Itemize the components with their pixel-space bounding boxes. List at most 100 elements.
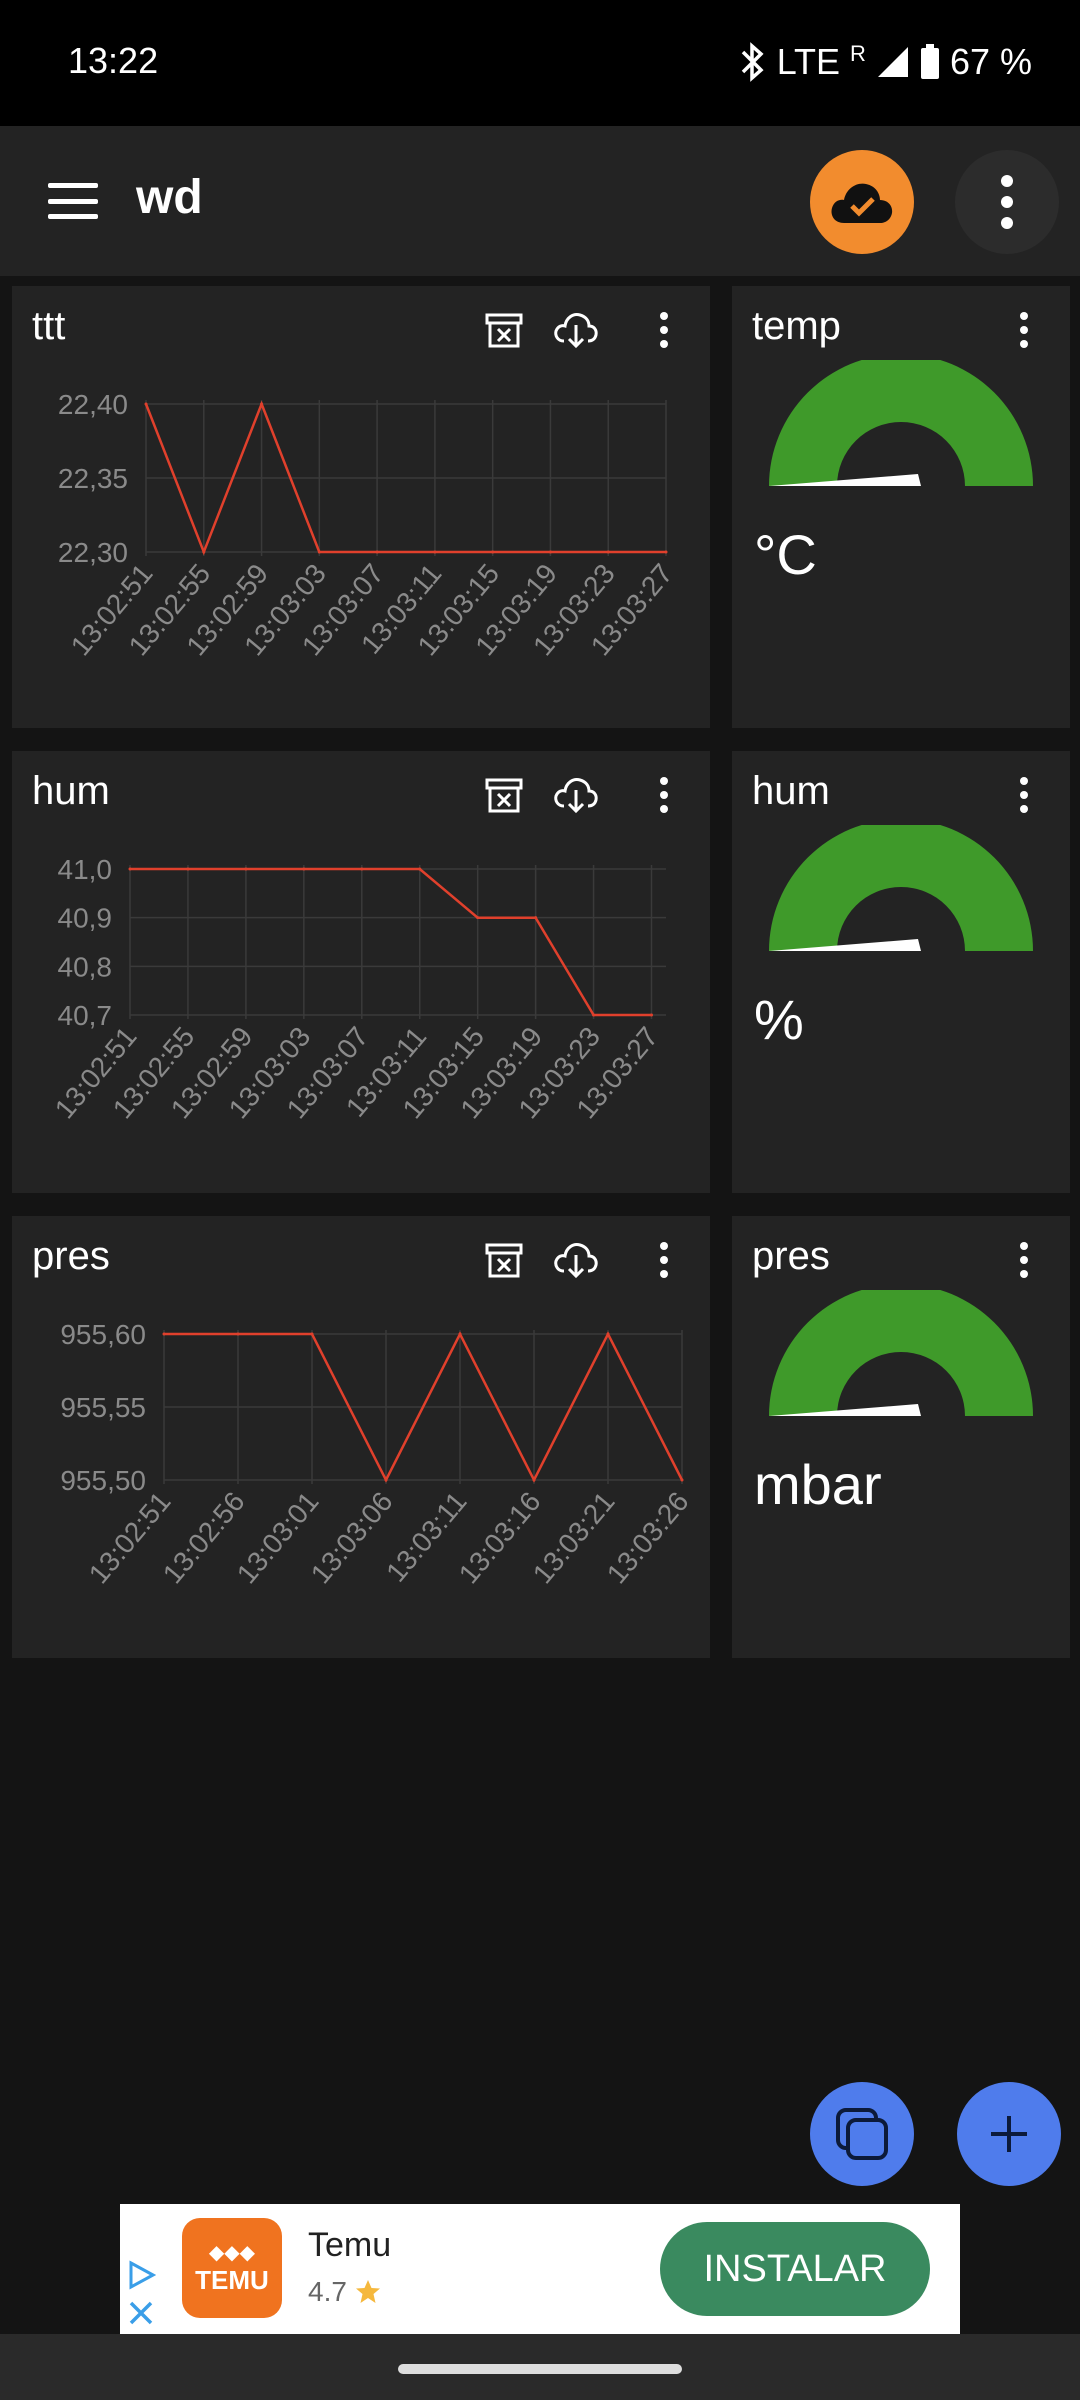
widget-title: pres xyxy=(752,1234,830,1278)
data-point xyxy=(476,916,480,920)
gauge-unit: % xyxy=(754,988,804,1051)
y-tick-label: 40,7 xyxy=(58,1000,113,1031)
close-icon[interactable] xyxy=(126,2298,156,2328)
status-time: 13:22 xyxy=(68,40,159,81)
data-point xyxy=(532,1478,536,1482)
data-point xyxy=(128,867,132,871)
install-button[interactable]: INSTALAR xyxy=(660,2222,930,2316)
widget-menu-button[interactable] xyxy=(1000,1236,1048,1284)
home-gesture-handle[interactable] xyxy=(398,2364,682,2374)
hamburger-icon-line xyxy=(48,214,98,219)
chart-widget-hum[interactable]: 41,0 40,9 40,8 40,7 13:02:51 13:02:55 13:02:59… xyxy=(12,751,710,1193)
widget-title: hum xyxy=(32,769,110,813)
more-vert-icon xyxy=(1020,777,1028,813)
hamburger-icon-line xyxy=(48,198,98,204)
archive-clear-icon xyxy=(485,778,523,813)
more-vert-icon xyxy=(660,312,668,348)
gauge-widget-hum[interactable]: hum % xyxy=(732,751,1070,1193)
logo-text: TEMU xyxy=(195,2265,269,2295)
more-vert-icon xyxy=(1001,175,1013,229)
widget-menu-button[interactable] xyxy=(640,771,688,819)
y-tick-label: 40,8 xyxy=(58,951,113,982)
data-point xyxy=(144,402,148,406)
add-widget-fab[interactable] xyxy=(957,2082,1061,2186)
gauge-widget-temp[interactable]: temp °C xyxy=(732,286,1070,728)
battery-icon xyxy=(920,44,939,79)
download-data-button[interactable] xyxy=(552,1236,600,1284)
data-point xyxy=(260,402,264,406)
cloud-sync-button[interactable] xyxy=(810,150,914,254)
y-tick-label: 22,30 xyxy=(58,537,128,568)
data-point xyxy=(236,1332,240,1336)
network-type: LTE xyxy=(776,41,841,82)
rating-value: 4.7 xyxy=(308,2276,347,2307)
ad-banner[interactable]: ◆◆◆ TEMU Temu 4.7 INSTALAR xyxy=(120,2204,960,2334)
data-point xyxy=(360,867,364,871)
data-point xyxy=(592,1013,596,1017)
gauge-unit: °C xyxy=(754,523,817,586)
download-data-button[interactable] xyxy=(552,771,600,819)
series-line xyxy=(130,867,652,1017)
widget-menu-button[interactable] xyxy=(1000,771,1048,819)
data-point xyxy=(606,550,610,554)
data-point xyxy=(244,867,248,871)
archive-clear-icon xyxy=(485,1243,523,1278)
archive-clear-icon xyxy=(485,313,523,348)
hamburger-icon xyxy=(48,183,98,188)
chart-widget-pres[interactable]: 955,60 955,55 955,50 13:02:51 13:02:56 13:03:… xyxy=(12,1216,710,1658)
data-point xyxy=(186,867,190,871)
data-point xyxy=(534,916,538,920)
line-chart: 955,60955,55955,5013:02:5113:02:5613:03:… xyxy=(60,1319,694,1589)
y-tick-label: 955,50 xyxy=(60,1465,146,1496)
y-tick-label: 22,40 xyxy=(58,389,128,420)
clear-data-button[interactable] xyxy=(480,771,528,819)
signal-icon xyxy=(877,47,908,77)
gauge-unit: mbar xyxy=(754,1453,882,1516)
status-indicators: LTE R 67 % xyxy=(739,38,1032,86)
data-point xyxy=(162,1332,166,1336)
cloud-check-icon xyxy=(831,183,893,223)
widget-title: ttt xyxy=(32,304,66,348)
chart-widget-ttt[interactable]: 22,40 22,35 22,30 13:02:51 13:02:55 13:02:59 1… xyxy=(12,286,710,728)
more-vert-icon xyxy=(1020,1242,1028,1278)
duplicate-fab[interactable] xyxy=(810,2082,914,2186)
data-point xyxy=(384,1478,388,1482)
app-logo: ◆◆◆ TEMU xyxy=(182,2218,282,2318)
download-data-button[interactable] xyxy=(552,306,600,354)
more-vert-icon xyxy=(660,1242,668,1278)
page-title: wd xyxy=(136,171,203,224)
roaming-indicator: R xyxy=(850,41,866,66)
y-tick-label: 955,55 xyxy=(60,1392,146,1423)
plus-icon xyxy=(991,2116,1027,2152)
widget-menu-button[interactable] xyxy=(640,306,688,354)
clear-data-button[interactable] xyxy=(480,306,528,354)
gauge-widget-pres[interactable]: pres mbar xyxy=(732,1216,1070,1658)
navigation-bar xyxy=(0,2334,1080,2400)
widget-menu-button[interactable] xyxy=(640,1236,688,1284)
data-point xyxy=(310,1332,314,1336)
data-point xyxy=(548,550,552,554)
data-point xyxy=(302,867,306,871)
y-tick-label: 41,0 xyxy=(58,854,113,885)
battery-level: 67 % xyxy=(949,41,1032,82)
widget-title: temp xyxy=(752,304,841,348)
menu-button[interactable] xyxy=(40,171,106,231)
ad-rating: 4.7 xyxy=(308,2276,381,2308)
widget-menu-button[interactable] xyxy=(1000,306,1048,354)
ad-app-name: Temu xyxy=(308,2226,392,2264)
cloud-download-icon xyxy=(554,1243,598,1279)
adchoices-icon[interactable] xyxy=(126,2260,156,2290)
data-point xyxy=(433,550,437,554)
overflow-menu-button[interactable] xyxy=(955,150,1059,254)
data-point xyxy=(418,867,422,871)
cloud-download-icon xyxy=(554,313,598,349)
cloud-download-icon xyxy=(554,778,598,814)
data-point xyxy=(606,1332,610,1336)
data-point xyxy=(491,550,495,554)
y-tick-label: 40,9 xyxy=(58,903,113,934)
clear-data-button[interactable] xyxy=(480,1236,528,1284)
bluetooth-icon xyxy=(741,42,764,82)
logo-glyphs: ◆◆◆ xyxy=(208,2242,256,2264)
data-point xyxy=(458,1332,462,1336)
y-tick-label: 22,35 xyxy=(58,463,128,494)
